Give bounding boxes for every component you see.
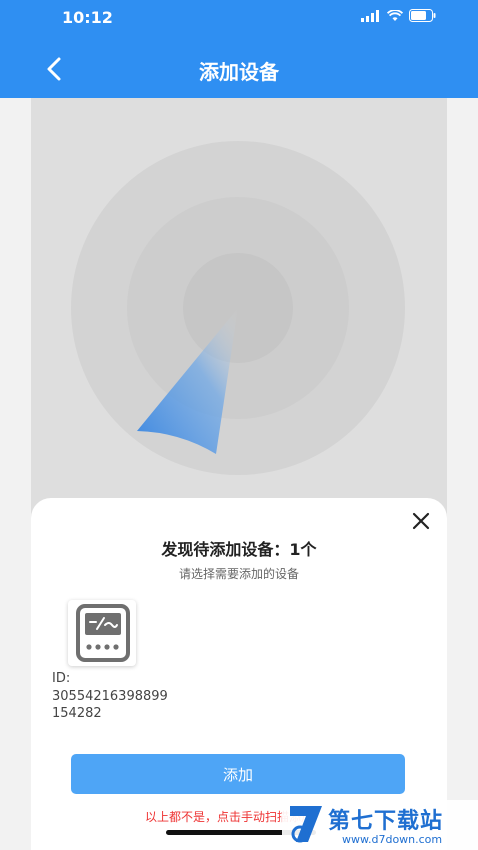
device-card[interactable]: [68, 600, 136, 666]
status-icons: [361, 9, 436, 22]
signal-icon: [361, 9, 379, 22]
page-title: 添加设备: [199, 60, 279, 84]
watermark-logo: [290, 806, 322, 843]
close-icon: [412, 512, 430, 530]
device-id-label: ID:: [52, 671, 71, 686]
watermark: 第七下载站 www.d7down.com: [282, 800, 478, 850]
found-devices-subtitle: 请选择需要添加的设备: [178, 567, 299, 581]
app-header: 10:12 添加设备: [0, 0, 478, 98]
close-button[interactable]: [410, 510, 432, 532]
device-found-sheet: 发现待添加设备：1个 请选择需要添加的设备 ID: 30554216398899…: [31, 498, 447, 850]
add-device-button[interactable]: 添加: [71, 754, 405, 794]
watermark-name: 第七下载站: [328, 809, 444, 834]
inverter-device-icon: [76, 604, 130, 662]
battery-icon: [409, 9, 436, 22]
device-id-value: 30554216398899154282: [52, 689, 168, 721]
wifi-icon: [387, 9, 403, 21]
watermark-url: www.d7down.com: [342, 833, 443, 846]
status-time: 10:12: [62, 8, 113, 27]
found-devices-title: 发现待添加设备：1个: [161, 540, 317, 559]
